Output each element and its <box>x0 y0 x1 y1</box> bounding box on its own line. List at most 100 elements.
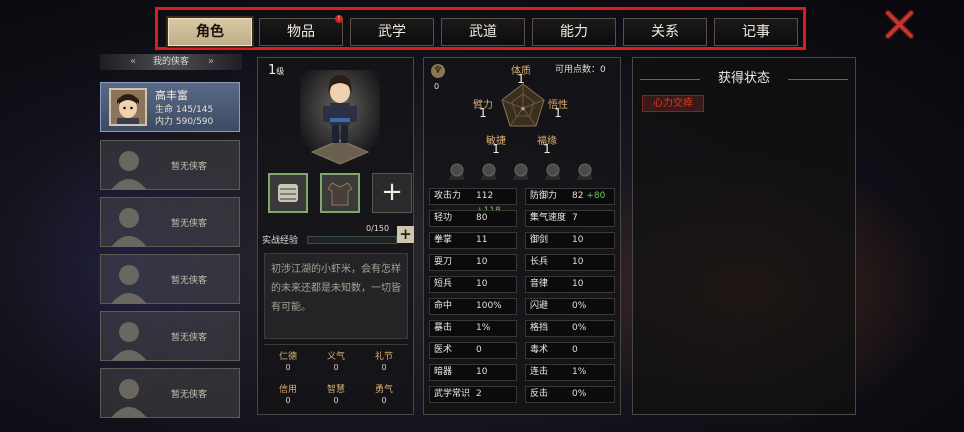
attr-value: 0% <box>572 323 587 333</box>
attr-label: 攻击力 <box>434 191 462 201</box>
virtue-value: 0 <box>333 396 339 405</box>
virtue-label: 勇气 <box>374 385 393 395</box>
tab-journal[interactable]: 记事 <box>714 18 798 46</box>
virtue-courage: 勇气 0 <box>360 382 408 405</box>
attr-label: 暴击 <box>434 323 453 333</box>
virtue-label: 礼节 <box>374 352 393 362</box>
attr-value: 80 <box>476 213 488 223</box>
meridian-orb-icon[interactable] <box>479 162 499 182</box>
empty-slot-label: 暂无侠客 <box>171 390 208 400</box>
attr-label: 防御力 <box>530 191 558 201</box>
chevron-left-icon[interactable]: « <box>130 54 136 70</box>
equip-slot-weapon[interactable] <box>268 173 308 213</box>
character-description: 初涉江湖的小虾米，会有怎样的未来还都是未知数，一切皆有可能。 <box>264 253 408 339</box>
tab-martial-way[interactable]: 武道 <box>441 18 525 46</box>
tab-relations[interactable]: 关系 <box>623 18 707 46</box>
attr-attack: 攻击力112 +118 <box>429 188 517 216</box>
virtue-label: 智慧 <box>326 385 345 395</box>
attr-value: 10 <box>476 279 488 289</box>
attr-label: 拳掌 <box>434 235 453 245</box>
chevron-right-icon[interactable]: » <box>208 54 214 70</box>
status-effect-badge[interactable]: 心力交瘁 <box>642 95 704 112</box>
attr-value: 1% <box>476 323 491 333</box>
experience-label: 实战经验 <box>262 236 299 246</box>
tab-abilities[interactable]: 能力 <box>532 18 616 46</box>
empty-slot-label: 暂无侠客 <box>171 276 208 286</box>
tab-items[interactable]: 物品 ! <box>259 15 343 46</box>
empty-slot-label: 暂无侠客 <box>171 162 208 172</box>
virtue-loyalty: 义气 0 <box>312 349 360 372</box>
status-title: 获得状态 <box>717 71 770 86</box>
attr-label: 御剑 <box>530 235 549 245</box>
meridian-orb-icon[interactable] <box>543 162 563 182</box>
tab-items-label: 物品 <box>287 24 315 40</box>
attr-value: 10 <box>476 257 488 267</box>
attr-label: 格挡 <box>530 323 549 333</box>
attr-medicine: 医术 0 <box>429 342 517 359</box>
virtue-label: 义气 <box>326 352 345 362</box>
attr-value: 10 <box>572 257 584 267</box>
meridian-orb-icon[interactable] <box>447 162 467 182</box>
attr-value: 7 <box>572 213 578 223</box>
character-sprite <box>300 70 380 165</box>
attr-label: 毒术 <box>530 345 549 355</box>
meridian-orb-icon[interactable] <box>575 162 595 182</box>
virtue-value: 0 <box>381 396 387 405</box>
stat-constitution-value: 1 <box>517 72 525 86</box>
points-value: 0 <box>600 65 606 75</box>
silhouette-icon <box>109 260 147 304</box>
tab-character[interactable]: 角色 <box>168 18 252 46</box>
character-list-header: « 我的侠客 » <box>100 54 242 70</box>
attr-label: 闪避 <box>530 301 549 311</box>
experience-bar <box>307 236 397 244</box>
close-icon[interactable] <box>884 8 916 40</box>
attr-label: 命中 <box>434 301 453 311</box>
talent-icon[interactable]: ♆ <box>431 64 445 78</box>
character-slot-empty[interactable]: 暂无侠客 <box>100 254 240 304</box>
notification-badge: ! <box>335 15 343 23</box>
add-equipment-button[interactable]: + <box>372 173 412 213</box>
virtue-value: 0 <box>285 396 291 405</box>
svg-text:★: ★ <box>520 105 526 113</box>
points-label: 可用点数： <box>555 65 601 75</box>
attr-block: 格挡 0% <box>525 320 615 337</box>
character-slot-empty[interactable]: 暂无侠客 <box>100 197 240 247</box>
stat-strength-value: 1 <box>479 106 487 120</box>
attr-label: 集气速度 <box>530 213 567 223</box>
attr-value: 10 <box>572 235 584 245</box>
attr-hidden-weapon: 暗器 10 <box>429 364 517 381</box>
talent-value: 0 <box>434 82 440 91</box>
attr-value: 0% <box>572 389 587 399</box>
character-level: 1级 <box>268 63 284 78</box>
silhouette-icon <box>109 374 147 418</box>
attr-blade: 耍刀 10 <box>429 254 517 271</box>
meridian-orb-icon[interactable] <box>511 162 531 182</box>
attr-label: 医术 <box>434 345 453 355</box>
add-experience-button[interactable]: + <box>397 226 414 243</box>
attr-martial-knowledge: 武学常识 2 <box>429 386 517 403</box>
character-card-selected[interactable]: 高丰富 生命 145/145 内力 590/590 <box>100 82 240 132</box>
equip-slot-armor[interactable] <box>320 173 360 213</box>
level-unit: 级 <box>276 67 285 76</box>
attr-base: 82 <box>572 191 584 201</box>
attr-dodge: 闪避 0% <box>525 298 615 315</box>
attr-music: 音律 10 <box>525 276 615 293</box>
silhouette-icon <box>109 203 147 247</box>
character-slot-empty[interactable]: 暂无侠客 <box>100 311 240 361</box>
attr-short-weapon: 短兵 10 <box>429 276 517 293</box>
character-list-title: 我的侠客 <box>152 57 189 67</box>
character-slot-empty[interactable]: 暂无侠客 <box>100 140 240 190</box>
silhouette-icon <box>109 317 147 361</box>
character-slot-empty[interactable]: 暂无侠客 <box>100 368 240 418</box>
silhouette-icon <box>109 146 147 190</box>
attr-bonus: +80 <box>586 191 606 201</box>
virtue-label: 仁德 <box>278 352 297 362</box>
attr-fist: 拳掌 11 <box>429 232 517 249</box>
attr-label: 反击 <box>530 389 549 399</box>
character-mp: 内力 590/590 <box>155 117 214 127</box>
empty-slot-label: 暂无侠客 <box>171 333 208 343</box>
virtue-value: 0 <box>285 363 291 372</box>
tab-martial-arts[interactable]: 武学 <box>350 18 434 46</box>
attr-counter: 反击 0% <box>525 386 615 403</box>
virtue-trust: 信用 0 <box>264 382 312 405</box>
